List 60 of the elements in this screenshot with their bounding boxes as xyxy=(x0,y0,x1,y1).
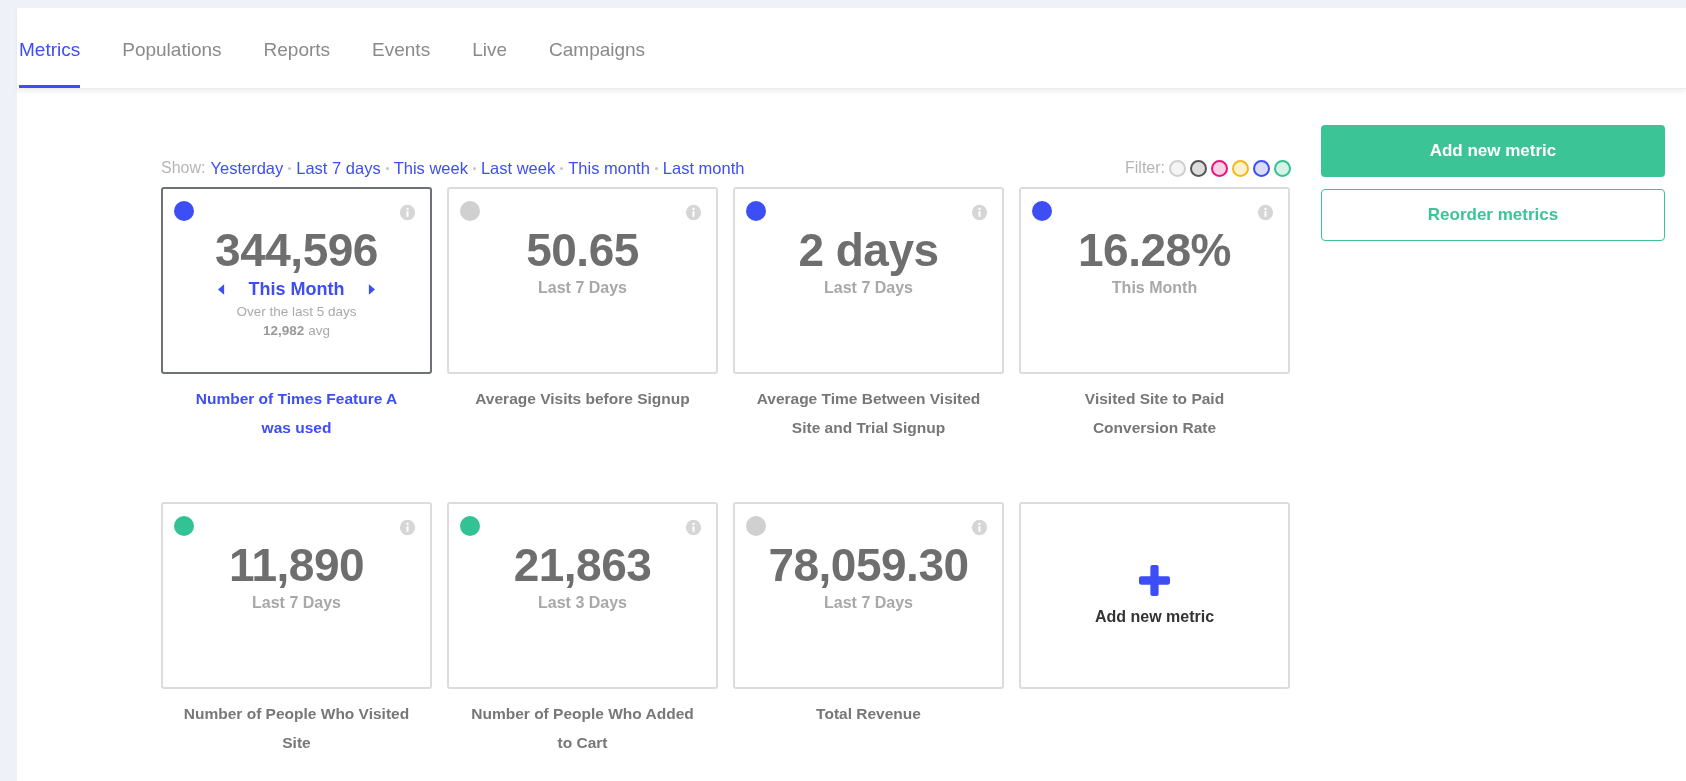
show-label: Show: xyxy=(161,159,206,177)
metric-title: Average Visits before Signup xyxy=(474,389,691,409)
metric-card[interactable]: 21,863 Last 3 Days xyxy=(447,502,718,689)
date-range-link[interactable]: Yesterday xyxy=(210,158,284,178)
metric-period: Last 7 Days xyxy=(538,279,627,297)
info-icon[interactable] xyxy=(399,519,416,536)
metric-detail: Over the last 5 days xyxy=(236,304,357,319)
nav-tab[interactable]: Populations xyxy=(122,8,222,88)
color-filter[interactable] xyxy=(1190,159,1207,177)
info-icon[interactable] xyxy=(971,204,988,221)
previous-arrow-icon[interactable] xyxy=(217,284,225,295)
metric-period: Last 7 Days xyxy=(824,279,913,297)
filter-label: Filter: xyxy=(1125,159,1165,177)
info-icon[interactable] xyxy=(685,204,702,221)
metric-period: This Month xyxy=(1111,279,1198,297)
date-range-link[interactable]: Last week xyxy=(480,158,556,178)
metric-card[interactable]: 11,890 Last 7 Days xyxy=(161,502,432,689)
metric-title: Number of People Who Visited Site xyxy=(183,704,410,753)
metric-value: 344,596 xyxy=(215,223,378,277)
metric-period: Last 7 Days xyxy=(824,594,913,612)
metric-detail: 12,982 avg xyxy=(263,323,330,338)
color-filter[interactable] xyxy=(1274,159,1291,177)
plus-icon xyxy=(1139,564,1170,596)
metric-period: Last 3 Days xyxy=(538,594,627,612)
metric-value: 50.65 xyxy=(526,223,639,277)
metric-card[interactable]: 50.65 Last 7 Days xyxy=(447,187,718,374)
metric-card[interactable]: 16.28% This Month xyxy=(1019,187,1290,374)
nav-tab[interactable]: Campaigns xyxy=(549,8,646,88)
info-icon[interactable] xyxy=(685,519,702,536)
color-filter[interactable] xyxy=(1253,159,1270,177)
metric-value: 2 days xyxy=(798,223,939,277)
metric-value: 11,890 xyxy=(228,538,365,592)
metric-card[interactable]: 78,059.30 Last 7 Days xyxy=(733,502,1004,689)
metric-title: Number of Times Feature A was used xyxy=(194,389,399,438)
metric-value: 21,863 xyxy=(513,538,652,592)
metric-period: Last 7 Days xyxy=(252,594,341,612)
next-arrow-icon[interactable] xyxy=(368,284,376,295)
metric-title: Number of People Who Added to Cart xyxy=(470,704,695,753)
metric-title: Visited Site to Paid Conversion Rate xyxy=(1083,389,1226,438)
nav-tab[interactable]: Reports xyxy=(263,8,331,88)
nav-tab[interactable]: Metrics xyxy=(19,8,81,88)
date-range-link[interactable]: This month xyxy=(568,158,650,178)
nav-tab[interactable]: Events xyxy=(372,8,431,88)
info-icon[interactable] xyxy=(971,519,988,536)
metric-title: Average Time Between Visited Site and Trial Signup xyxy=(755,389,982,438)
metric-card[interactable]: 2 days Last 7 Days xyxy=(733,187,1004,374)
metric-period: This Month xyxy=(248,279,345,300)
color-filter[interactable] xyxy=(1211,159,1228,177)
metric-card[interactable]: 344,596 This Month Over the last 5 days 12,982 avg xyxy=(161,187,432,374)
date-range-link[interactable]: Last month xyxy=(662,158,745,178)
metric-value: 16.28% xyxy=(1078,223,1231,277)
date-range-link[interactable]: This week xyxy=(393,158,468,178)
date-range-link[interactable]: Last 7 days xyxy=(296,158,381,178)
info-icon[interactable] xyxy=(399,204,416,221)
add-metric-card[interactable]: Add new metric xyxy=(1019,502,1290,689)
color-filter[interactable] xyxy=(1232,159,1249,177)
metric-title: Total Revenue xyxy=(815,704,922,724)
info-icon[interactable] xyxy=(1257,204,1274,221)
metric-value: 78,059.30 xyxy=(768,538,969,592)
nav-tab[interactable]: Live xyxy=(472,8,507,88)
